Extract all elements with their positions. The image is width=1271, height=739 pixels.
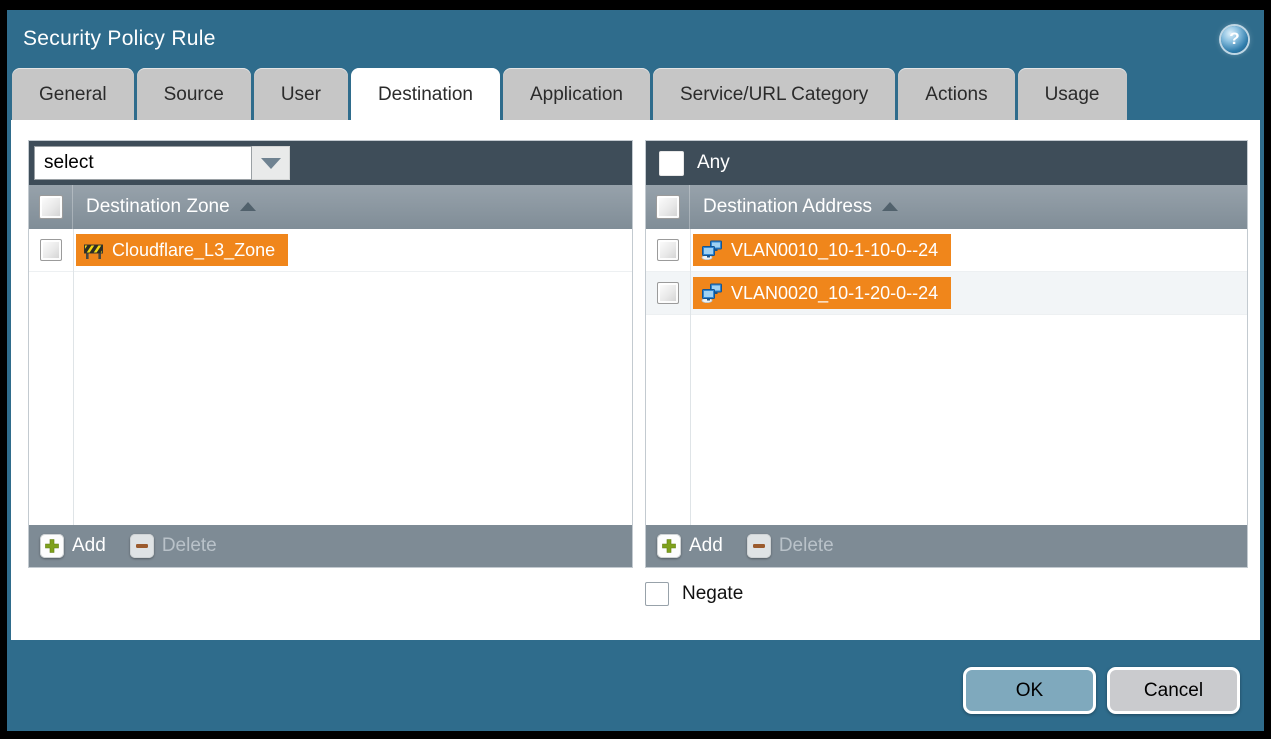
security-policy-rule-dialog: Security Policy Rule ? General Source Us… — [7, 10, 1264, 731]
tab-destination[interactable]: Destination — [351, 68, 500, 120]
address-delete-label: Delete — [779, 535, 834, 557]
address-item-label: VLAN0020_10-1-20-0--24 — [731, 283, 938, 304]
address-panel-toolbar: Any — [646, 141, 1247, 185]
address-row-checkbox[interactable] — [657, 282, 679, 304]
zone-add-label: Add — [72, 535, 106, 557]
tab-source[interactable]: Source — [137, 68, 251, 120]
negate-checkbox[interactable] — [645, 582, 669, 606]
negate-row: Negate — [645, 582, 743, 606]
plus-icon — [44, 538, 60, 554]
chevron-down-icon — [261, 158, 281, 169]
table-row: Cloudflare_L3_Zone — [29, 229, 632, 272]
titlebar: Security Policy Rule ? — [7, 10, 1264, 68]
address-icon — [700, 283, 723, 303]
tab-user[interactable]: User — [254, 68, 348, 120]
destination-address-panel: Any Destination Address — [645, 140, 1248, 568]
tab-content-destination: Destination Zone — [11, 120, 1260, 640]
address-column-title[interactable]: Destination Address — [703, 196, 872, 218]
cancel-button[interactable]: Cancel — [1107, 667, 1240, 714]
sort-ascending-icon[interactable] — [240, 202, 256, 211]
zone-delete-button[interactable]: Delete — [130, 534, 217, 558]
dialog-footer: OK Cancel — [963, 667, 1240, 714]
address-item-label: VLAN0010_10-1-10-0--24 — [731, 240, 938, 261]
address-column-header: Destination Address — [646, 185, 1247, 229]
ok-button[interactable]: OK — [963, 667, 1096, 714]
dialog-title: Security Policy Rule — [23, 27, 216, 51]
table-row: VLAN0020_10-1-20-0--24 — [646, 272, 1247, 315]
zone-column-title[interactable]: Destination Zone — [86, 196, 230, 218]
address-row-checkbox[interactable] — [657, 239, 679, 261]
zone-item-label: Cloudflare_L3_Zone — [112, 240, 275, 261]
plus-icon — [661, 538, 677, 554]
tab-service-url-category[interactable]: Service/URL Category — [653, 68, 895, 120]
zone-column-header: Destination Zone — [29, 185, 632, 229]
minus-icon — [751, 538, 767, 554]
help-icon[interactable]: ? — [1221, 26, 1248, 53]
sort-ascending-icon[interactable] — [882, 202, 898, 211]
tab-actions[interactable]: Actions — [898, 68, 1014, 120]
address-panel-footer: Add Delete — [646, 525, 1247, 567]
address-item-vlan0010[interactable]: VLAN0010_10-1-10-0--24 — [693, 234, 951, 266]
address-item-vlan0020[interactable]: VLAN0020_10-1-20-0--24 — [693, 277, 951, 309]
any-checkbox[interactable] — [659, 151, 684, 176]
tab-bar: General Source User Destination Applicat… — [7, 68, 1264, 120]
tab-usage[interactable]: Usage — [1018, 68, 1127, 120]
address-icon — [700, 240, 723, 260]
zone-select-all-checkbox[interactable] — [39, 195, 63, 219]
any-label: Any — [697, 152, 730, 174]
zone-item-cloudflare-l3-zone[interactable]: Cloudflare_L3_Zone — [76, 234, 288, 266]
tab-general[interactable]: General — [12, 68, 134, 120]
negate-label: Negate — [682, 583, 743, 605]
tab-application[interactable]: Application — [503, 68, 650, 120]
address-add-label: Add — [689, 535, 723, 557]
minus-icon — [134, 538, 150, 554]
zone-row-checkbox[interactable] — [40, 239, 62, 261]
zone-panel-footer: Add Delete — [29, 525, 632, 567]
zone-select-dropdown-button[interactable] — [252, 146, 290, 180]
address-list: VLAN0010_10-1-10-0--24 — [646, 229, 1247, 525]
zone-panel-toolbar — [29, 141, 632, 185]
address-add-button[interactable]: Add — [657, 534, 723, 558]
destination-zone-panel: Destination Zone — [28, 140, 633, 568]
address-select-all-checkbox[interactable] — [656, 195, 680, 219]
zone-list: Cloudflare_L3_Zone — [29, 229, 632, 525]
zone-delete-label: Delete — [162, 535, 217, 557]
address-delete-button[interactable]: Delete — [747, 534, 834, 558]
table-row: VLAN0010_10-1-10-0--24 — [646, 229, 1247, 272]
zone-select-input[interactable] — [34, 146, 252, 180]
zone-add-button[interactable]: Add — [40, 534, 106, 558]
zone-icon — [83, 240, 104, 260]
